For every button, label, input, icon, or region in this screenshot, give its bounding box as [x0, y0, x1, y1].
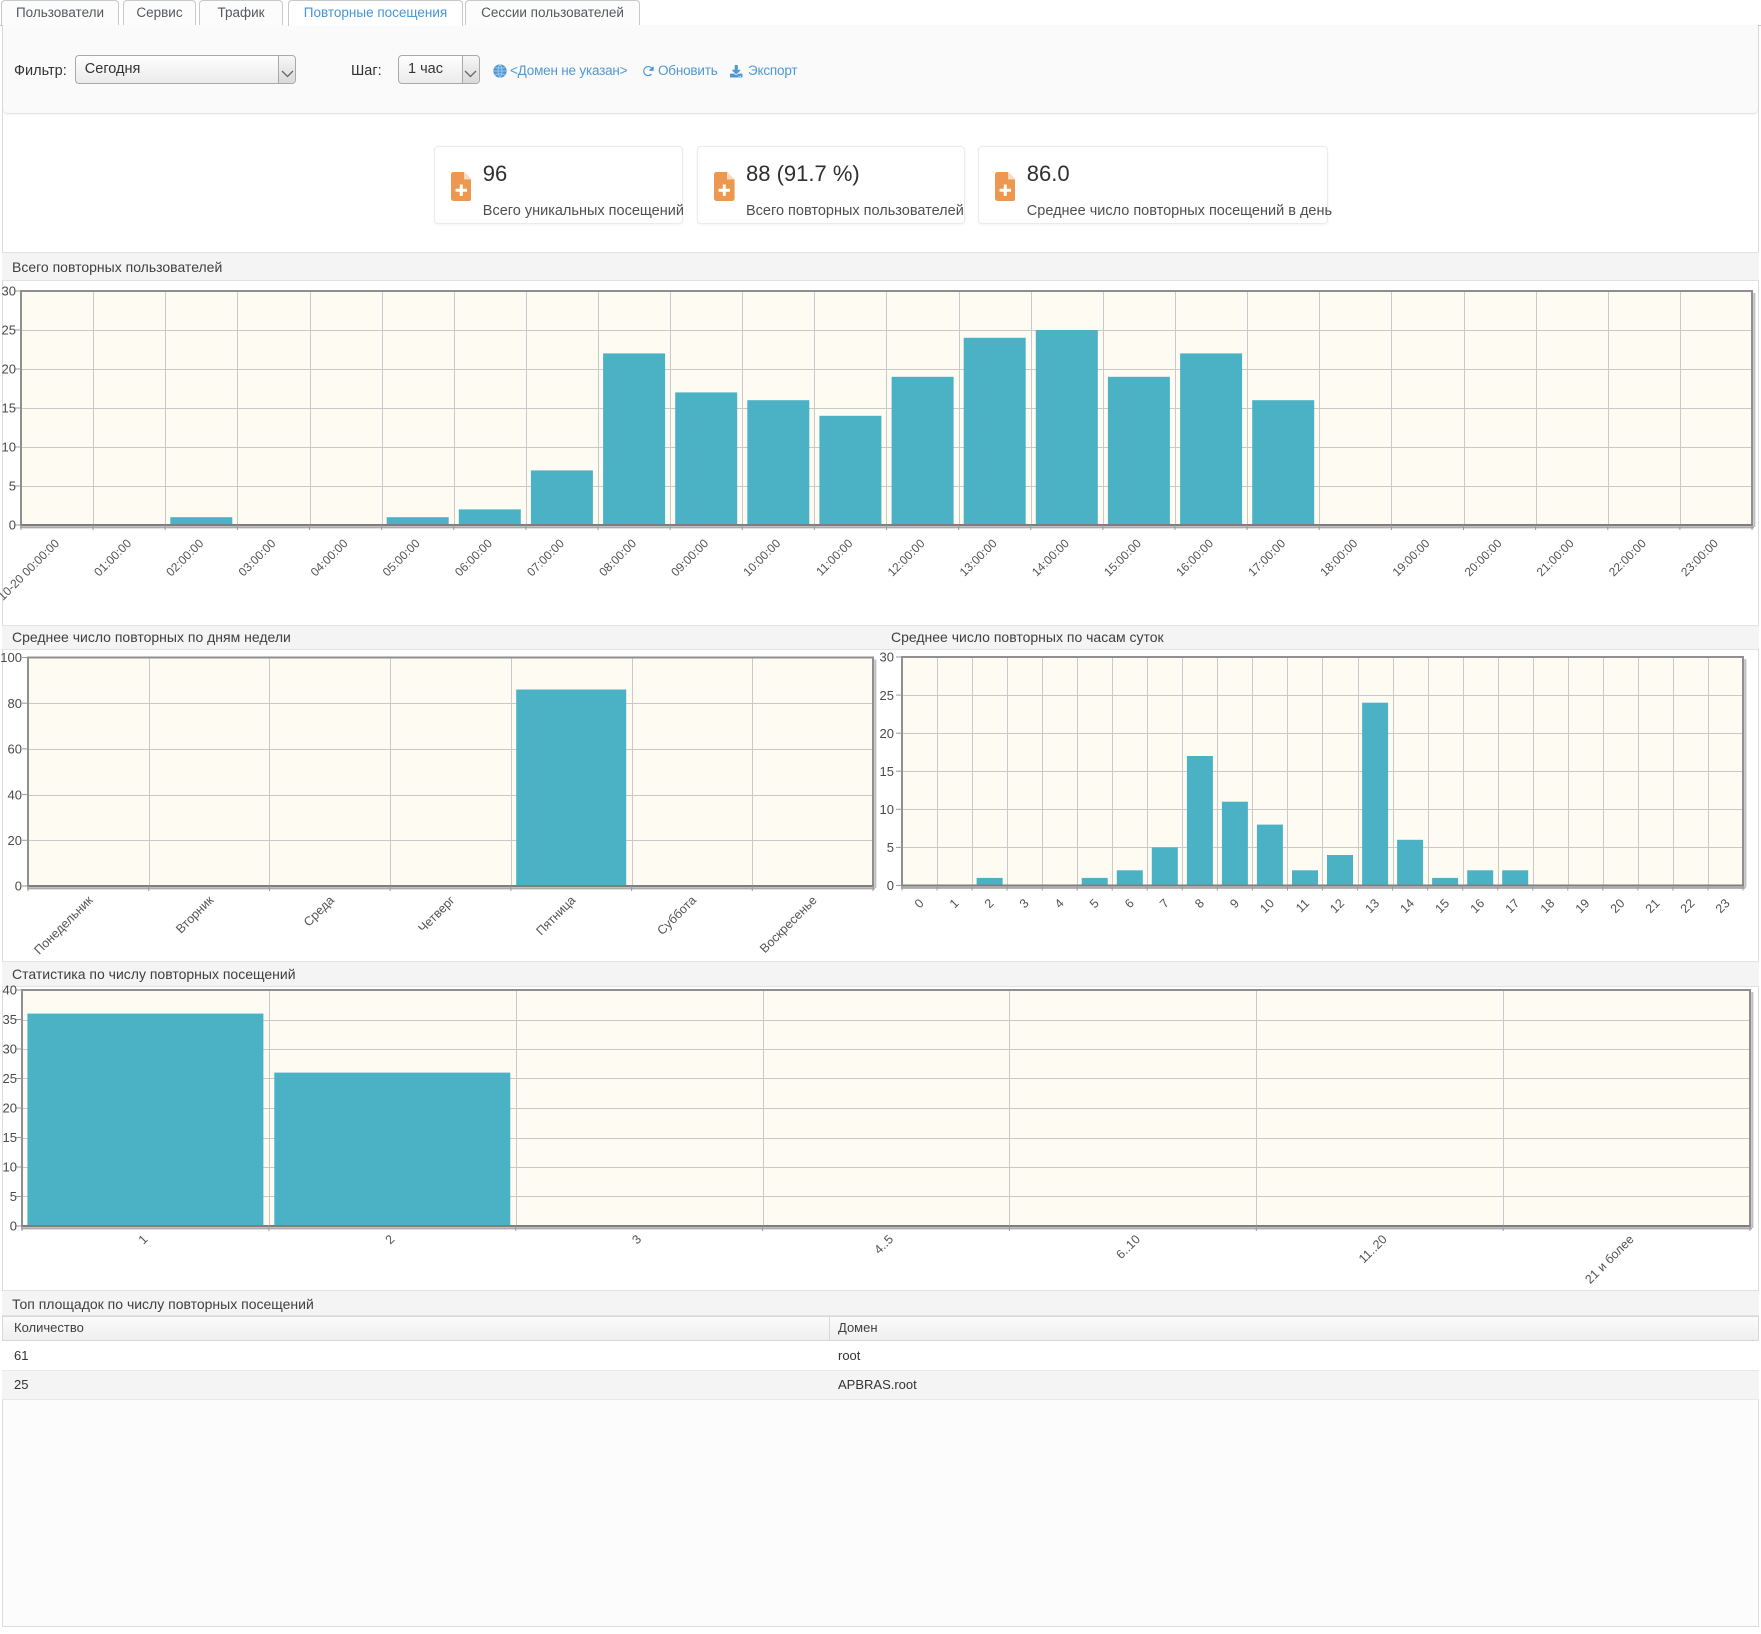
svg-text:12:00:00: 12:00:00	[885, 536, 928, 579]
svg-text:22: 22	[1678, 896, 1698, 916]
svg-text:6..10: 6..10	[1113, 1232, 1143, 1262]
svg-text:30: 30	[3, 1042, 17, 1057]
svg-text:0: 0	[9, 518, 16, 533]
svg-text:20: 20	[3, 1101, 17, 1116]
svg-text:8: 8	[1192, 896, 1207, 911]
svg-text:1: 1	[947, 896, 962, 911]
svg-text:18:00:00: 18:00:00	[1317, 536, 1360, 579]
svg-text:20: 20	[880, 726, 894, 741]
svg-text:0: 0	[887, 878, 894, 893]
svg-text:06:00:00: 06:00:00	[452, 536, 495, 579]
svg-text:20:00:00: 20:00:00	[1462, 536, 1505, 579]
svg-text:10:00:00: 10:00:00	[740, 536, 783, 579]
svg-text:01:00:00: 01:00:00	[91, 536, 134, 579]
svg-text:17: 17	[1503, 896, 1523, 916]
svg-text:16: 16	[1468, 896, 1488, 916]
svg-text:17:00:00: 17:00:00	[1245, 536, 1288, 579]
svg-text:09:00:00: 09:00:00	[668, 536, 711, 579]
svg-text:9: 9	[1227, 896, 1242, 911]
svg-text:21:00:00: 21:00:00	[1534, 536, 1577, 579]
svg-text:25: 25	[880, 688, 894, 703]
svg-text:23: 23	[1713, 896, 1733, 916]
svg-text:10: 10	[3, 1160, 17, 1175]
svg-text:40: 40	[3, 983, 17, 998]
svg-text:6: 6	[1122, 896, 1137, 911]
svg-text:30: 30	[2, 284, 16, 299]
svg-text:25: 25	[3, 1071, 17, 1086]
svg-text:13: 13	[1362, 896, 1382, 916]
svg-text:10: 10	[880, 802, 894, 817]
svg-text:4: 4	[1052, 896, 1067, 911]
svg-text:14: 14	[1397, 896, 1417, 916]
svg-text:30: 30	[880, 650, 894, 665]
svg-text:10: 10	[2, 440, 16, 455]
svg-text:05:00:00: 05:00:00	[380, 536, 423, 579]
svg-text:35: 35	[3, 1012, 17, 1027]
svg-text:5: 5	[1087, 896, 1102, 911]
svg-text:15: 15	[880, 764, 894, 779]
svg-text:12: 12	[1327, 896, 1347, 916]
svg-text:15: 15	[2, 401, 16, 416]
svg-text:11..20: 11..20	[1356, 1232, 1390, 1266]
svg-text:11:00:00: 11:00:00	[813, 536, 856, 579]
svg-text:3: 3	[629, 1232, 644, 1247]
svg-text:14:00:00: 14:00:00	[1029, 536, 1072, 579]
svg-text:0: 0	[912, 896, 927, 911]
svg-text:3: 3	[1017, 896, 1032, 911]
svg-text:20: 20	[1608, 896, 1628, 916]
svg-text:04:00:00: 04:00:00	[308, 536, 351, 579]
svg-text:5: 5	[10, 1189, 17, 1204]
svg-text:5: 5	[9, 479, 16, 494]
svg-text:13:00:00: 13:00:00	[957, 536, 1000, 579]
svg-text:16:00:00: 16:00:00	[1173, 536, 1216, 579]
svg-text:25: 25	[2, 323, 16, 338]
svg-text:18: 18	[1538, 896, 1558, 916]
svg-text:07:00:00: 07:00:00	[524, 536, 567, 579]
svg-text:7: 7	[1157, 896, 1172, 911]
svg-text:19: 19	[1573, 896, 1593, 916]
svg-text:11: 11	[1293, 896, 1312, 915]
svg-text:23:00:00: 23:00:00	[1678, 536, 1721, 579]
svg-text:21: 21	[1643, 896, 1663, 916]
svg-text:15: 15	[3, 1130, 17, 1145]
svg-text:03:00:00: 03:00:00	[236, 536, 279, 579]
svg-text:0: 0	[10, 1219, 17, 1234]
svg-text:2: 2	[982, 896, 997, 911]
svg-text:20: 20	[2, 362, 16, 377]
svg-text:1: 1	[136, 1232, 151, 1247]
svg-text:10-20 00:00:00: 10-20 00:00:00	[0, 536, 62, 603]
svg-text:15:00:00: 15:00:00	[1101, 536, 1144, 579]
svg-text:22:00:00: 22:00:00	[1606, 536, 1649, 579]
svg-text:5: 5	[887, 840, 894, 855]
svg-text:08:00:00: 08:00:00	[596, 536, 639, 579]
svg-text:15: 15	[1432, 896, 1452, 916]
svg-text:2: 2	[383, 1232, 398, 1247]
svg-text:10: 10	[1257, 896, 1277, 916]
svg-text:02:00:00: 02:00:00	[163, 536, 206, 579]
svg-text:4..5: 4..5	[871, 1232, 896, 1257]
svg-text:21 и более: 21 и более	[1582, 1232, 1636, 1286]
svg-text:19:00:00: 19:00:00	[1390, 536, 1433, 579]
